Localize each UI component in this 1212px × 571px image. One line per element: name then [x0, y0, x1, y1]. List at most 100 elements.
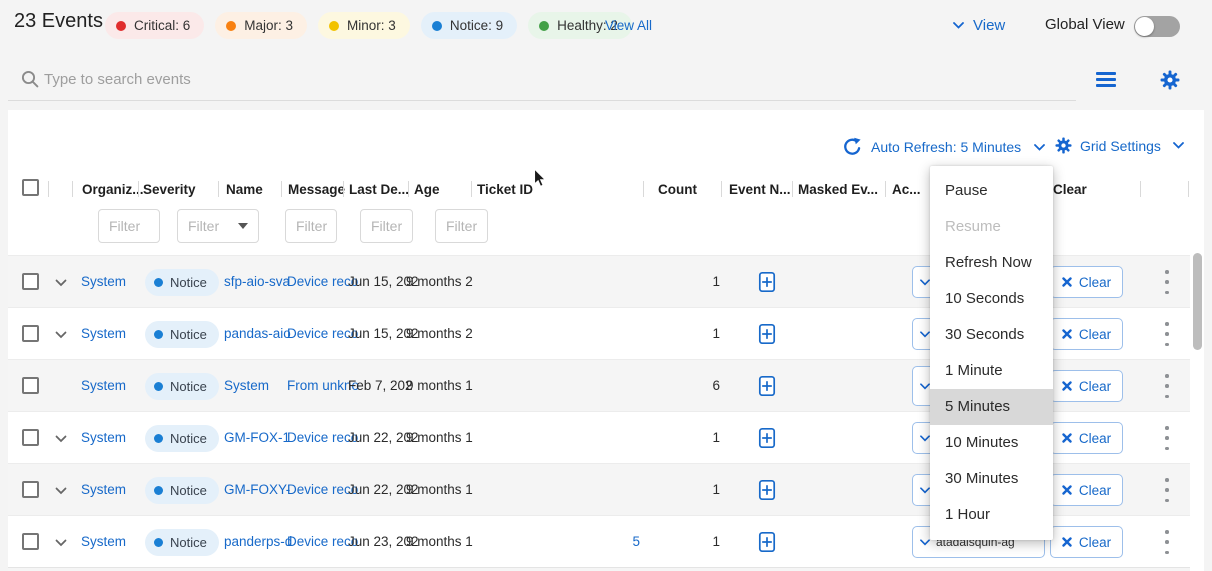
count-value: 1 [640, 308, 720, 360]
notice-dot-icon [154, 278, 163, 287]
view-dropdown[interactable]: View [953, 17, 1005, 34]
organization-link[interactable]: System [81, 464, 126, 516]
device-name-link[interactable]: GM-FOX-1 [224, 412, 290, 464]
row-actions-kebab-icon[interactable] [1160, 530, 1174, 554]
clear-button[interactable]: Clear [1050, 318, 1123, 350]
critical-badge[interactable]: Critical: 6 [105, 12, 204, 39]
age-value: 9 months 1 [406, 412, 473, 464]
expand-chevron-icon[interactable] [55, 539, 67, 547]
x-icon [1062, 485, 1072, 495]
message-filter-input[interactable] [360, 209, 413, 243]
device-name-link[interactable]: panderps-d [224, 516, 292, 568]
menu-item-pause[interactable]: Pause [930, 173, 1053, 209]
clear-button[interactable]: Clear [1050, 474, 1123, 506]
expand-chevron-icon[interactable] [55, 487, 67, 495]
severity-summary: Critical: 6 Major: 3 Minor: 3 Notice: 9 … [105, 12, 632, 39]
organization-filter-input[interactable] [98, 209, 160, 243]
severity-filter-select[interactable]: Filter [177, 209, 259, 243]
organization-link[interactable]: System [81, 308, 126, 360]
minor-badge[interactable]: Minor: 3 [318, 12, 410, 39]
create-ticket-icon[interactable] [757, 375, 777, 397]
clear-button[interactable]: Clear [1050, 422, 1123, 454]
vertical-scrollbar-thumb[interactable] [1193, 253, 1202, 350]
col-header-acknowledge[interactable]: Ac... [892, 181, 921, 198]
col-header-clear[interactable]: Clear [1053, 181, 1087, 198]
row-checkbox[interactable] [22, 481, 39, 498]
name-filter-input[interactable] [285, 209, 337, 243]
row-actions-kebab-icon[interactable] [1160, 478, 1174, 502]
last-detected-filter-input[interactable] [435, 209, 488, 243]
row-checkbox[interactable] [22, 325, 39, 342]
col-header-age[interactable]: Age [414, 181, 440, 198]
row-actions-kebab-icon[interactable] [1160, 426, 1174, 450]
notice-dot-icon [154, 382, 163, 391]
chevron-down-icon [920, 279, 930, 286]
grid-settings-gear-icon [1055, 137, 1072, 154]
row-actions-kebab-icon[interactable] [1160, 374, 1174, 398]
notice-badge[interactable]: Notice: 9 [421, 12, 517, 39]
col-header-last-detected[interactable]: Last De... [349, 181, 409, 198]
device-name-link[interactable]: GM-FOXY- [224, 464, 290, 516]
create-ticket-icon[interactable] [757, 479, 777, 501]
chevron-down-icon [920, 435, 930, 442]
expand-chevron-icon[interactable] [55, 435, 67, 443]
menu-item-30-minutes[interactable]: 30 Minutes [930, 461, 1053, 497]
x-icon [1062, 277, 1072, 287]
create-ticket-icon[interactable] [757, 271, 777, 293]
view-all-link[interactable]: View All [605, 18, 652, 33]
menu-item-resume: Resume [930, 209, 1053, 245]
clear-button[interactable]: Clear [1050, 526, 1123, 558]
col-header-name[interactable]: Name [226, 181, 263, 198]
x-icon [1062, 381, 1072, 391]
col-header-ticket-id[interactable]: Ticket ID [477, 181, 533, 198]
col-header-count[interactable]: Count [658, 181, 697, 198]
row-checkbox[interactable] [22, 429, 39, 446]
global-view-toggle[interactable] [1134, 16, 1180, 37]
menu-item-10-seconds[interactable]: 10 Seconds [930, 281, 1053, 317]
col-header-masked-events[interactable]: Masked Ev... [798, 181, 878, 198]
age-value: 9 months 1 [406, 360, 473, 412]
organization-link[interactable]: System [81, 256, 126, 308]
col-header-message[interactable]: Message [288, 181, 345, 198]
ticket-id-link[interactable]: 5 [560, 516, 640, 568]
expand-chevron-icon[interactable] [55, 279, 67, 287]
menu-item-10-minutes[interactable]: 10 Minutes [930, 425, 1053, 461]
grid-settings-button[interactable]: Grid Settings [1055, 137, 1184, 154]
row-checkbox[interactable] [22, 533, 39, 550]
clear-button[interactable]: Clear [1050, 370, 1123, 402]
row-actions-kebab-icon[interactable] [1160, 270, 1174, 294]
row-checkbox[interactable] [22, 273, 39, 290]
auto-refresh-dropdown[interactable]: Auto Refresh: 5 Minutes [842, 137, 1045, 157]
col-header-organization[interactable]: Organiz... [82, 181, 144, 198]
device-name-link[interactable]: pandas-aio [224, 308, 291, 360]
row-checkbox[interactable] [22, 377, 39, 394]
search-icon [21, 70, 39, 88]
expand-chevron-icon[interactable] [55, 331, 67, 339]
menu-item-5-minutes[interactable]: 5 Minutes [930, 389, 1053, 425]
device-name-link[interactable]: sfp-aio-sva [224, 256, 290, 308]
organization-link[interactable]: System [81, 412, 126, 464]
col-header-severity[interactable]: Severity [143, 181, 196, 198]
menu-item-1-minute[interactable]: 1 Minute [930, 353, 1053, 389]
settings-gear-icon[interactable] [1160, 70, 1180, 90]
device-name-link[interactable]: System [224, 360, 269, 412]
organization-link[interactable]: System [81, 360, 126, 412]
create-ticket-icon[interactable] [757, 323, 777, 345]
menu-item-1-hour[interactable]: 1 Hour [930, 497, 1053, 533]
clear-button[interactable]: Clear [1050, 266, 1123, 298]
create-ticket-icon[interactable] [757, 531, 777, 553]
chevron-down-icon [920, 539, 930, 546]
organization-link[interactable]: System [81, 516, 126, 568]
select-all-checkbox[interactable] [22, 179, 39, 196]
create-ticket-icon[interactable] [757, 427, 777, 449]
severity-badge: Notice [145, 529, 219, 556]
major-badge[interactable]: Major: 3 [215, 12, 307, 39]
col-header-event-note[interactable]: Event N... [729, 181, 791, 198]
menu-item-30-seconds[interactable]: 30 Seconds [930, 317, 1053, 353]
search-input[interactable] [44, 64, 664, 94]
chevron-down-icon [953, 22, 964, 29]
page-title: 23 Events [14, 10, 103, 33]
row-actions-kebab-icon[interactable] [1160, 322, 1174, 346]
menu-item-refresh-now[interactable]: Refresh Now [930, 245, 1053, 281]
saved-searches-icon[interactable] [1096, 72, 1116, 87]
